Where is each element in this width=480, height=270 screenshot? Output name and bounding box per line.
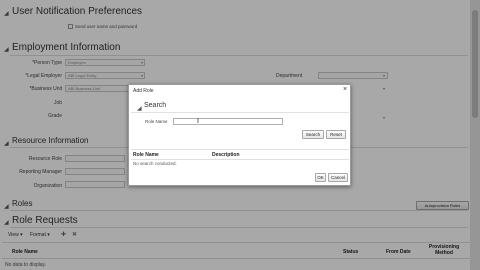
search-divider bbox=[131, 112, 349, 113]
add-role-dialog: Add Role × ◢ Search Role Name I Search R… bbox=[128, 84, 351, 186]
dialog-title: Add Role bbox=[133, 88, 154, 94]
results-header-border bbox=[131, 159, 349, 160]
role-name-label: Role Name bbox=[145, 119, 168, 124]
role-name-input[interactable] bbox=[173, 118, 283, 125]
dialog-column-role-name: Role Name bbox=[133, 152, 159, 158]
search-button[interactable]: Search bbox=[302, 130, 324, 139]
ok-button[interactable]: OK bbox=[315, 173, 326, 182]
cancel-button[interactable]: Cancel bbox=[328, 173, 348, 182]
close-icon[interactable]: × bbox=[343, 86, 347, 93]
create-user-page: ◢ User Notification Preferences Send use… bbox=[0, 0, 480, 270]
dialog-column-description: Description bbox=[212, 152, 240, 158]
search-heading: Search bbox=[144, 102, 167, 109]
collapse-triangle-icon[interactable]: ◢ bbox=[137, 105, 142, 112]
dialog-empty-text: No search conducted. bbox=[133, 161, 177, 166]
reset-button[interactable]: Reset bbox=[326, 130, 346, 139]
text-cursor-icon: I bbox=[197, 118, 199, 125]
results-top-border bbox=[131, 149, 349, 150]
